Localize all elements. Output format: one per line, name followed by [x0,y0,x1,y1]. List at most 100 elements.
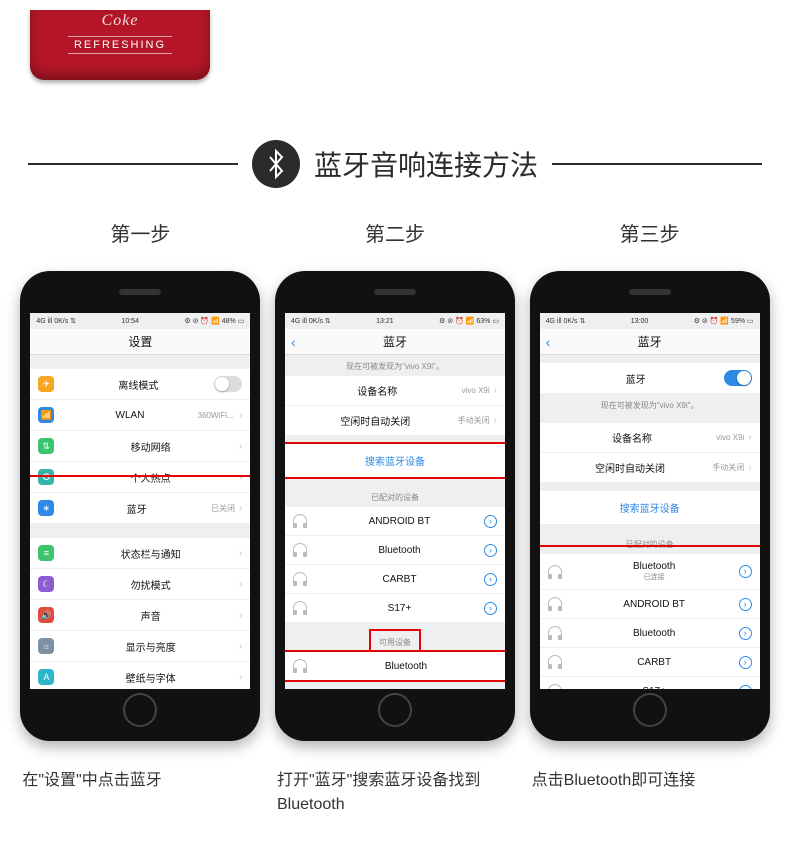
connected-device[interactable]: Bluetooth 已连接 › [540,554,760,590]
headphone-icon [293,572,307,586]
section-title: 蓝牙音响连接方法 [0,140,790,188]
info-icon[interactable]: › [739,627,752,640]
headphone-icon [548,597,562,611]
back-button[interactable]: ‹ [291,334,296,350]
airplane-toggle[interactable] [214,376,242,392]
avail-header: 可用设备 [371,631,419,652]
headphone-icon [548,655,562,669]
bt-toggle[interactable] [724,370,752,386]
status-bar: 4G ill 0K/s ⇅ 13:21 ⚙ ⊘ ⏰ 📶 63% ▭ [285,313,505,329]
row-bluetooth-toggle[interactable]: 蓝牙 [540,363,760,394]
row-sound[interactable]: 🔊 声音 › [30,600,250,631]
search-link-text: 搜索蓝牙设备 [620,504,680,515]
navbar: ‹ 蓝牙 [285,329,505,355]
row-mobile[interactable]: ⇅ 移动网络 › [30,431,250,462]
step-1-label: 第一步 [18,218,262,247]
avail-device[interactable]: Bluetooth [285,652,505,681]
steps-container: 第一步 4G ill 0K/s ⇅ 10:54 ⚙ ⊘ ⏰ 📶 48% ▭ 设置… [0,218,790,817]
phone-1-screen: 4G ill 0K/s ⇅ 10:54 ⚙ ⊘ ⏰ 📶 48% ▭ 设置 ✈ 离… [30,313,250,689]
headphone-icon [548,684,562,689]
navbar-title: 设置 [128,333,152,350]
paired-header: 已配对的设备 [285,486,505,507]
row-dnd[interactable]: ☾ 勿扰模式 › [30,569,250,600]
device-label: CARBT [570,657,739,668]
device-name-label: 设备名称 [293,383,462,398]
paired-device[interactable]: S17+› [540,677,760,689]
paired-device[interactable]: CARBT› [285,565,505,594]
device-label: Bluetooth [315,661,497,672]
discoverable-note: 现在可被发现为"vivo X9i"。 [540,394,760,415]
paired-device[interactable]: ANDROID BT› [540,590,760,619]
status-left: 4G ill 0K/s ⇅ [546,317,586,325]
headphone-icon [548,626,562,640]
search-link-text: 搜索蓝牙设备 [365,457,425,468]
status-left: 4G ill 0K/s ⇅ [36,317,76,325]
device-name-label: 设备名称 [548,430,717,445]
section-title-text: 蓝牙音响连接方法 [314,144,538,184]
navbar-title: 蓝牙 [383,333,407,350]
status-right: ⚙ ⊘ ⏰ 📶 48% ▭ [184,317,244,325]
airplane-icon: ✈ [38,376,54,392]
device-label: S17+ [315,603,484,614]
sound-icon: 🔊 [38,607,54,623]
info-icon[interactable]: › [739,565,752,578]
row-bluetooth[interactable]: ∗ 蓝牙 已关闭 › [30,493,250,524]
status-time: 13:21 [376,318,394,325]
status-notif-icon: ≡ [38,545,54,561]
status-right: ⚙ ⊘ ⏰ 📶 59% ▭ [694,317,754,325]
chevron-icon: › [239,579,242,590]
device-label: Bluetooth [570,628,739,639]
navbar-title: 蓝牙 [638,333,662,350]
paired-device[interactable]: Bluetooth› [285,536,505,565]
headphone-icon [293,514,307,528]
row-status-notif[interactable]: ≡ 状态栏与通知 › [30,538,250,569]
back-button[interactable]: ‹ [546,334,551,350]
dnd-label: 勿扰模式 [62,577,239,592]
row-wlan[interactable]: 📶 WLAN 360WiFi… › [30,400,250,431]
row-display[interactable]: ☼ 显示与亮度 › [30,631,250,662]
paired-header: 已配对的设备 [540,533,760,554]
step-2: 第二步 4G ill 0K/s ⇅ 13:21 ⚙ ⊘ ⏰ 📶 63% ▭ ‹ … [273,218,517,817]
product-brand: Coke [30,10,210,30]
discoverable-note: 现在可被发现为"vivo X9i"。 [285,355,505,376]
device-label: CARBT [315,574,484,585]
wallpaper-icon: A [38,669,54,685]
status-left: 4G ill 0K/s ⇅ [291,317,331,325]
info-icon[interactable]: › [484,573,497,586]
hotspot-icon: ⵙ [38,469,54,485]
step-3: 第三步 4G ill 0K/s ⇅ 13:00 ⚙ ⊘ ⏰ 📶 59% ▭ ‹ … [528,218,772,817]
info-icon[interactable]: › [739,598,752,611]
mobile-label: 移动网络 [62,439,239,454]
row-hotspot[interactable]: ⵙ 个人热点 › [30,462,250,493]
device-label: S17+ [570,686,739,690]
info-icon[interactable]: › [739,685,752,690]
paired-device[interactable]: Bluetooth› [540,619,760,648]
row-wallpaper[interactable]: A 壁纸与字体 › [30,662,250,689]
row-airplane[interactable]: ✈ 离线模式 [30,369,250,400]
row-device-name[interactable]: 设备名称 vivo X9i › [285,376,505,406]
navbar: ‹ 蓝牙 [540,329,760,355]
info-icon[interactable]: › [484,602,497,615]
chevron-icon: › [239,548,242,559]
caption-1: 在"设置"中点击蓝牙 [18,769,262,793]
chevron-icon: › [239,441,242,452]
bt-label: 蓝牙 [548,371,724,386]
device-label: Bluetooth [315,545,484,556]
paired-device[interactable]: ANDROID BT› [285,507,505,536]
paired-device[interactable]: CARBT› [540,648,760,677]
device-name-value: vivo X9i [462,386,490,395]
row-auto-off[interactable]: 空闲时自动关闭 手动关闭 › [540,453,760,483]
bluetooth-row-icon: ∗ [38,500,54,516]
navbar: 设置 [30,329,250,355]
paired-device[interactable]: S17+› [285,594,505,623]
product-badge: Coke REFRESHING [30,10,210,80]
info-icon[interactable]: › [739,656,752,669]
row-device-name[interactable]: 设备名称 vivo X9i › [540,423,760,453]
search-devices-link[interactable]: 搜索蓝牙设备 [285,444,505,478]
info-icon[interactable]: › [484,544,497,557]
row-auto-off[interactable]: 空闲时自动关闭 手动关闭 › [285,406,505,436]
search-devices-link[interactable]: 搜索蓝牙设备 [540,491,760,525]
chevron-icon: › [494,415,497,426]
auto-off-label: 空闲时自动关闭 [293,413,458,428]
info-icon[interactable]: › [484,515,497,528]
